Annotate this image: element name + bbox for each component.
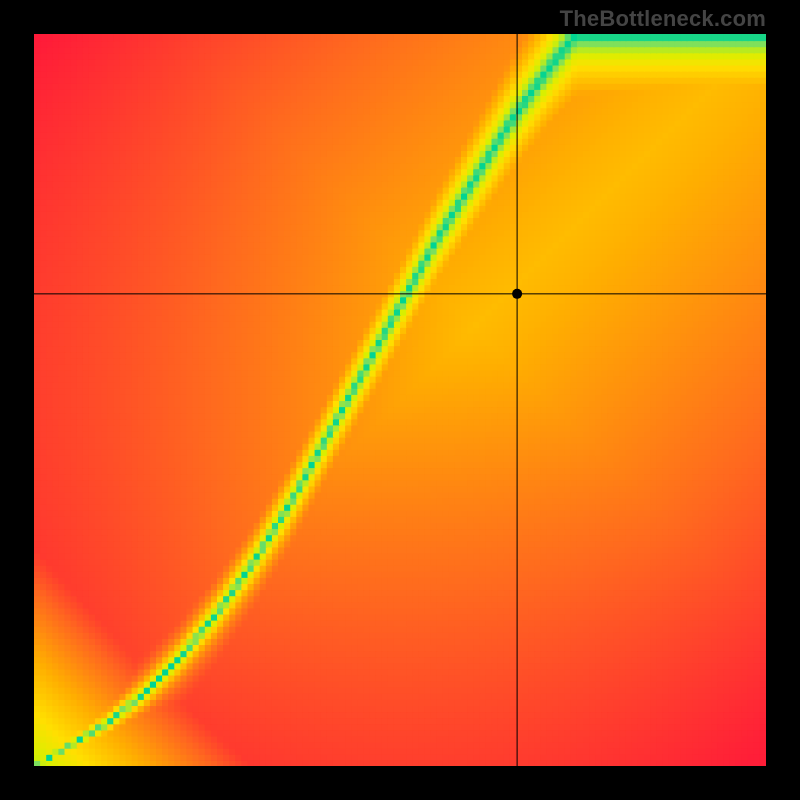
chart-container: TheBottleneck.com	[0, 0, 800, 800]
watermark-text: TheBottleneck.com	[560, 6, 766, 32]
bottleneck-heatmap	[34, 34, 766, 766]
